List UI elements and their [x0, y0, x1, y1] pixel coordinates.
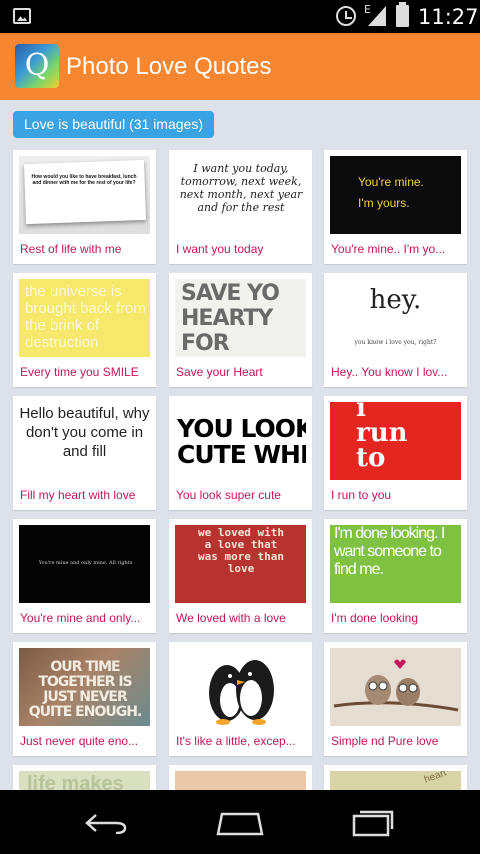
- thumbnail-text: I want you today, tomorrow, next week, n…: [179, 162, 303, 214]
- thumbnail-text: I'm done looking. I want someone to find…: [334, 525, 445, 578]
- owls-on-branch-illustration: [333, 659, 459, 712]
- app-logo-icon[interactable]: Q: [15, 44, 59, 88]
- thumbnail-text: You're mine. I'm yours.: [358, 175, 424, 210]
- main-content[interactable]: How would you like to have breakfast, lu…: [0, 100, 480, 790]
- thumbnail-text: How would you like to have breakfast, lu…: [31, 174, 137, 186]
- thumbnail-text: heart: [422, 771, 448, 786]
- thumbnail-image: the universe is brought back from the br…: [19, 279, 150, 357]
- app-bar: Q Photo Love Quotes: [0, 33, 480, 100]
- item-caption: I want you today: [176, 242, 264, 256]
- network-type-label: E: [364, 3, 371, 16]
- status-bar: E 11:27: [0, 0, 480, 33]
- thumbnail-subtext: you know i love you, right?: [354, 339, 437, 346]
- item-caption: Rest of life with me: [20, 242, 122, 256]
- item-caption: I'm done looking: [331, 611, 419, 625]
- app-logo-letter: Q: [24, 48, 50, 83]
- thumbnail-text: SAVE YO HEARTY FOR SOME(: [181, 281, 280, 357]
- thumbnail-image: hey. you know i love you, right?: [330, 279, 461, 357]
- thumbnail-image: I want you today, tomorrow, next week, n…: [175, 156, 306, 234]
- grid-item[interactable]: we loved with a love that was more than …: [169, 519, 312, 633]
- thumbnail-text: i run to: [356, 402, 408, 473]
- thumbnail-image: You're mine. I'm yours.: [330, 156, 461, 234]
- grid-item[interactable]: heart: [324, 765, 467, 790]
- grid-item[interactable]: I'm done looking. I want someone to find…: [324, 519, 467, 633]
- thumbnail-image: [330, 648, 461, 726]
- grid-item[interactable]: Hello beautiful, why don't you come in a…: [13, 396, 156, 510]
- thumbnail-image: You're mine and only mine. All rights: [19, 525, 150, 603]
- thumbnail-text: life makes: [27, 773, 124, 790]
- thumbnail-text: Hello beautiful, why don't you come in a…: [19, 405, 150, 460]
- item-caption: We loved with a love: [176, 611, 286, 625]
- thumbnail-image: YOU LOOK CUTE WHE: [175, 402, 306, 480]
- thumbnail-image: Hello beautiful, why don't you come in a…: [19, 402, 150, 480]
- thumbnail-image: life makes: [19, 771, 150, 790]
- grid-item[interactable]: [169, 765, 312, 790]
- grid-item[interactable]: the universe is brought back from the br…: [13, 273, 156, 387]
- signal-icon: E: [364, 3, 386, 26]
- thumbnail-image: [175, 648, 306, 726]
- thumbnail-image: I'm done looking. I want someone to find…: [330, 525, 461, 603]
- battery-icon: [396, 2, 409, 27]
- grid-item[interactable]: You're mine and only mine. All rights Yo…: [13, 519, 156, 633]
- item-caption: Simple nd Pure love: [331, 734, 439, 748]
- penguins-illustration: [209, 660, 274, 725]
- back-icon[interactable]: [84, 812, 128, 834]
- item-caption: Fill my heart with love: [20, 488, 136, 502]
- status-clock: 11:27: [418, 5, 479, 29]
- grid-item[interactable]: You're mine. I'm yours. You're mine.. I'…: [324, 150, 467, 264]
- thumbnail-image: OUR TIME TOGETHER IS JUST NEVER QUITE EN…: [19, 648, 150, 726]
- thumbnail-image: heart: [330, 771, 461, 790]
- thumbnail-text: we loved with a love that was more than …: [197, 526, 285, 575]
- item-caption: It's like a little, excep...: [176, 734, 296, 748]
- grid-item[interactable]: Simple nd Pure love: [324, 642, 467, 756]
- grid-item[interactable]: hey. you know i love you, right? Hey.. Y…: [324, 273, 467, 387]
- home-icon[interactable]: [214, 810, 266, 836]
- item-caption: You're mine.. I'm yo...: [331, 242, 446, 256]
- thumbnail-image: i run to: [330, 402, 461, 480]
- item-caption: You're mine and only...: [20, 611, 141, 625]
- image-notification-icon: [13, 8, 31, 24]
- item-caption: Just never quite eno...: [20, 734, 139, 748]
- grid-item[interactable]: OUR TIME TOGETHER IS JUST NEVER QUITE EN…: [13, 642, 156, 756]
- grid-item[interactable]: i run to I run to you: [324, 396, 467, 510]
- grid-item[interactable]: life makes: [13, 765, 156, 790]
- item-caption: Every time you SMILE: [20, 365, 139, 379]
- thumbnail-image: [175, 771, 306, 790]
- thumbnail-image: we loved with a love that was more than …: [175, 525, 306, 603]
- thumbnail-text: You're mine and only mine. All rights: [38, 560, 133, 566]
- item-caption: Hey.. You know I lov...: [331, 365, 448, 379]
- category-chip[interactable]: Love is beautiful (31 images): [13, 111, 214, 138]
- item-caption: Save your Heart: [176, 365, 263, 379]
- grid-item[interactable]: How would you like to have breakfast, lu…: [13, 150, 156, 264]
- thumbnail-image: SAVE YO HEARTY FOR SOME(: [175, 279, 306, 357]
- item-caption: I run to you: [331, 488, 392, 502]
- grid-item[interactable]: I want you today, tomorrow, next week, n…: [169, 150, 312, 264]
- app-title: Photo Love Quotes: [66, 53, 272, 80]
- grid-item[interactable]: It's like a little, excep...: [169, 642, 312, 756]
- thumbnail-text: hey.: [369, 285, 422, 315]
- thumbnail-text: the universe is brought back from the br…: [25, 283, 146, 351]
- thumbnail-text: OUR TIME TOGETHER IS JUST NEVER QUITE EN…: [28, 659, 143, 720]
- recent-apps-icon[interactable]: [350, 807, 396, 837]
- item-caption: You look super cute: [176, 488, 281, 502]
- thumbnail-text: YOU LOOK CUTE WHE: [177, 414, 306, 469]
- alarm-icon: [336, 6, 356, 26]
- grid-item[interactable]: SAVE YO HEARTY FOR SOME( Save your Heart: [169, 273, 312, 387]
- navigation-bar: [0, 790, 480, 854]
- thumbnail-image: How would you like to have breakfast, lu…: [19, 156, 150, 234]
- grid-item[interactable]: YOU LOOK CUTE WHE You look super cute: [169, 396, 312, 510]
